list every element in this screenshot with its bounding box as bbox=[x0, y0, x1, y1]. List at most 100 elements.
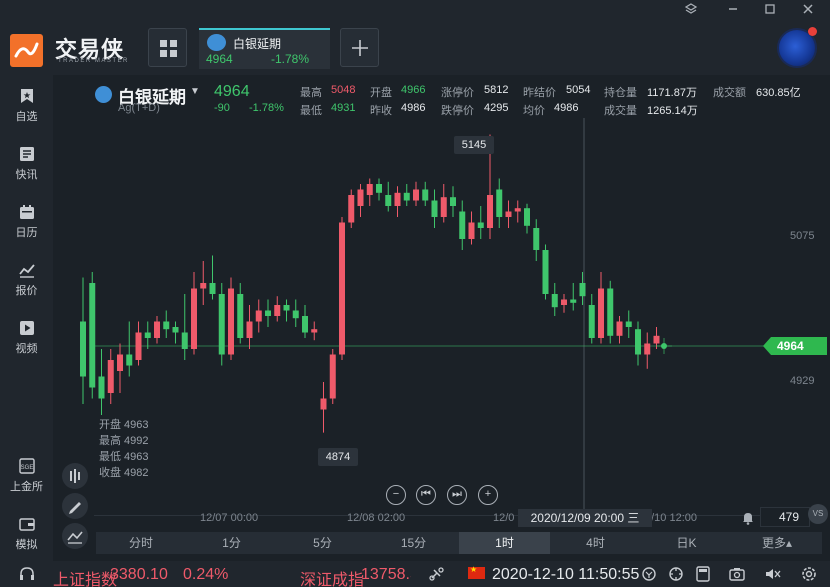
zoom-out-button[interactable]: − bbox=[386, 485, 406, 505]
sz-index-label[interactable]: 深证成指 bbox=[300, 566, 364, 587]
last-price: 4964 bbox=[214, 83, 250, 100]
ohlc-low: 最低 4963 bbox=[99, 451, 149, 463]
symbol-code: Ag(T+D) bbox=[118, 102, 160, 114]
chart-area[interactable] bbox=[53, 75, 830, 561]
scroll-left-button[interactable]: ⏮ bbox=[416, 485, 436, 505]
sidebar-item-news[interactable]: 快讯 bbox=[0, 146, 53, 196]
compare-vs-button[interactable]: VS bbox=[808, 504, 828, 524]
open-interest-value: 1171.87万 bbox=[647, 87, 697, 99]
trendline-icon bbox=[67, 531, 83, 544]
high-value: 5048 bbox=[331, 84, 356, 96]
period-tab-4hour[interactable]: 4时 bbox=[550, 532, 641, 554]
high-label: 最高 bbox=[300, 87, 322, 99]
indicator-tool-button[interactable] bbox=[62, 463, 88, 489]
x-axis-label: 12/0 bbox=[493, 512, 515, 524]
limit-up-value: 5812 bbox=[484, 84, 509, 96]
layout-grid-button[interactable] bbox=[148, 28, 187, 67]
prev-settle-label: 昨结价 bbox=[523, 87, 556, 99]
sidebar-item-calendar[interactable]: 日历 bbox=[0, 204, 53, 254]
x-axis-label: 12/08 02:00 bbox=[347, 512, 406, 524]
prev-close-label: 昨收 bbox=[370, 105, 392, 117]
news-icon bbox=[19, 147, 34, 161]
min-price-marker: 4874 bbox=[318, 448, 358, 466]
menu-icon[interactable] bbox=[680, 2, 702, 20]
volume-label: 成交量 bbox=[604, 105, 637, 117]
sidebar-item-label: 自选 bbox=[15, 111, 38, 123]
fund-icon[interactable] bbox=[640, 566, 658, 587]
add-tab-button[interactable] bbox=[340, 28, 379, 67]
draw-tool-button[interactable] bbox=[62, 493, 88, 519]
period-tab-5min[interactable]: 5分 bbox=[277, 532, 368, 554]
status-datetime: 2020-12-10 11:50:55 bbox=[492, 566, 640, 583]
sidebar-item-simulation[interactable]: 模拟 bbox=[0, 516, 53, 566]
app-logo-subtitle: TRADER MASTER bbox=[58, 58, 129, 64]
trend-tool-button[interactable] bbox=[62, 523, 88, 549]
notification-dot bbox=[808, 27, 817, 36]
bookmark-icon bbox=[20, 89, 33, 103]
candle-indicator-icon bbox=[70, 469, 80, 483]
sidebar-item-label: 日历 bbox=[15, 227, 38, 239]
close-icon[interactable] bbox=[797, 2, 819, 20]
x-axis-label: 12/07 00:00 bbox=[200, 512, 259, 524]
connection-icon[interactable] bbox=[428, 566, 446, 587]
sidebar-item-quotes[interactable]: 报价 bbox=[0, 262, 53, 312]
period-tab-1min[interactable]: 1分 bbox=[186, 532, 277, 554]
volume-value: 1265.14万 bbox=[647, 105, 698, 117]
calculator-icon[interactable] bbox=[694, 566, 712, 587]
svg-text:SGE: SGE bbox=[20, 465, 33, 471]
bell-icon[interactable] bbox=[740, 510, 756, 526]
symbol-dropdown-caret-icon[interactable]: ▼ bbox=[190, 86, 200, 97]
open-label: 开盘 bbox=[370, 87, 392, 99]
prev-close-value: 4986 bbox=[401, 102, 426, 114]
avg-value: 4986 bbox=[554, 102, 579, 114]
zoom-in-button[interactable]: + bbox=[478, 485, 498, 505]
headset-icon[interactable] bbox=[18, 566, 36, 587]
sh-index-value: 3380.10 bbox=[110, 566, 168, 583]
sidebar-item-label: 快讯 bbox=[15, 169, 38, 181]
sidebar-item-label: 上金所 bbox=[10, 481, 43, 493]
turnover-value: 630.85亿 bbox=[756, 87, 801, 99]
limit-down-value: 4295 bbox=[484, 102, 509, 114]
settings-tool-icon[interactable] bbox=[667, 566, 685, 587]
pen-icon bbox=[69, 502, 81, 514]
scroll-right-button[interactable]: ⏭ bbox=[447, 485, 467, 505]
settings-icon[interactable] bbox=[800, 566, 818, 587]
period-tab-timeshare[interactable]: 分时 bbox=[96, 532, 186, 554]
turnover-label: 成交额 bbox=[713, 87, 746, 99]
max-price-marker: 5145 bbox=[454, 136, 494, 154]
period-tab-more[interactable]: 更多▴ bbox=[732, 532, 822, 554]
sz-index-value: 13758.5 bbox=[361, 566, 411, 583]
sh-index-pct: 0.24% bbox=[183, 566, 229, 583]
plus-icon bbox=[351, 40, 368, 56]
sh-index-label[interactable]: 上证指数 bbox=[53, 566, 117, 587]
sidebar-item-watchlist[interactable]: 自选 bbox=[0, 88, 53, 138]
period-tab-daily[interactable]: 日K bbox=[641, 532, 732, 554]
current-price-tag: 4964 bbox=[763, 337, 827, 355]
tab-silver-td[interactable]: 白银延期 4964 -1.78% bbox=[199, 28, 330, 69]
video-play-icon bbox=[19, 321, 34, 335]
china-flag-icon bbox=[468, 565, 485, 579]
low-label: 最低 bbox=[300, 105, 322, 117]
sidebar-item-label: 视频 bbox=[15, 343, 38, 355]
tab-name: 白银延期 bbox=[233, 37, 282, 51]
low-value: 4931 bbox=[331, 102, 356, 114]
silver-product-icon bbox=[207, 34, 226, 51]
limit-down-label: 跌停价 bbox=[441, 105, 474, 117]
mute-icon[interactable] bbox=[764, 566, 782, 587]
camera-icon[interactable] bbox=[728, 566, 746, 587]
grid-icon bbox=[160, 40, 177, 57]
sge-icon: SGE bbox=[18, 458, 35, 474]
crosshair-price-label: 479 bbox=[760, 507, 810, 527]
minimize-icon[interactable] bbox=[722, 2, 744, 20]
period-tab-1hour[interactable]: 1时 bbox=[459, 532, 550, 554]
tab-price: 4964 bbox=[206, 52, 233, 66]
period-tab-15min[interactable]: 15分 bbox=[368, 532, 459, 554]
ohlc-close: 收盘 4982 bbox=[99, 467, 149, 479]
sidebar-item-video[interactable]: 视频 bbox=[0, 320, 53, 370]
sidebar-item-sge[interactable]: SGE 上金所 bbox=[0, 458, 53, 508]
sidebar-item-label: 报价 bbox=[15, 285, 38, 297]
maximize-icon[interactable] bbox=[759, 2, 781, 20]
open-interest-label: 持仓量 bbox=[604, 87, 637, 99]
period-tabs: 分时 1分 5分 15分 1时 4时 日K 更多▴ bbox=[96, 532, 822, 554]
open-value: 4966 bbox=[401, 84, 426, 96]
